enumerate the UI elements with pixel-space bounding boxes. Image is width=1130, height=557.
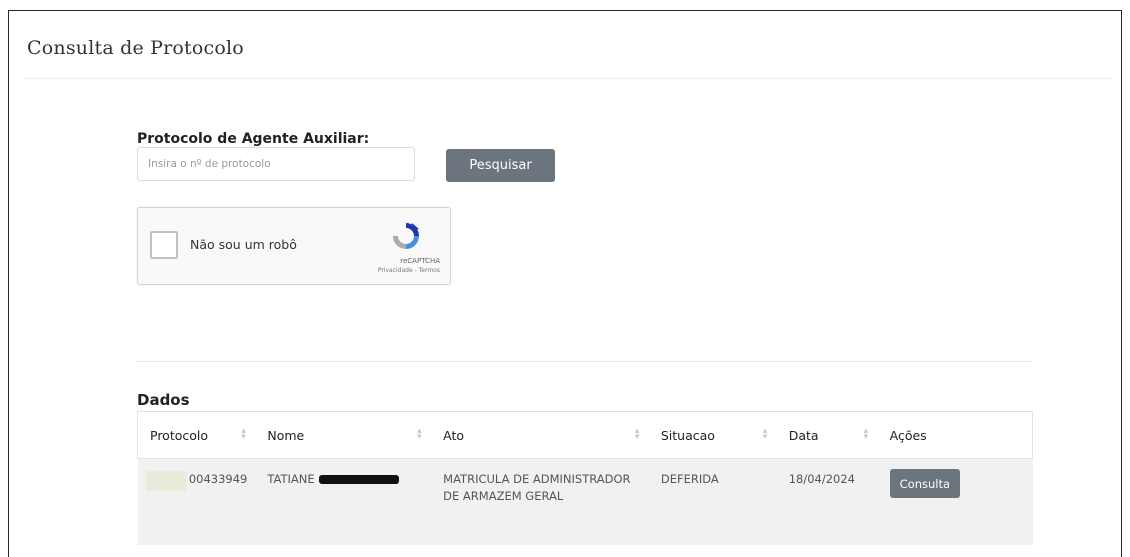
sort-icon[interactable]: ▴ ▾ [763,427,771,442]
column-header-acoes: Ações [881,411,1033,459]
table-header-row: Protocolo ▴ ▾ Nome ▴ ▾ Ato ▴ ▾ Situacao ▴ ▾ Data… [137,411,1033,459]
recaptcha-brand: reCAPTCHA [400,257,440,265]
column-header-situacao[interactable]: Situacao ▴ ▾ [652,411,781,459]
cell-nome: TATIANE [259,458,436,545]
section-divider [137,361,1033,362]
redaction-bar [318,475,399,484]
protocol-field-label: Protocolo de Agente Auxiliar: [137,131,370,147]
consult-button[interactable]: Consulta [889,469,961,498]
recaptcha-logo-icon [393,223,419,249]
recaptcha-links[interactable]: Privacidade - Termos [340,267,440,274]
search-button[interactable]: Pesquisar [446,149,555,182]
title-divider [23,78,1113,79]
page-frame: Consulta de Protocolo Protocolo de Agent… [8,10,1122,557]
column-header-ato[interactable]: Ato ▴ ▾ [435,411,653,459]
recaptcha-checkbox[interactable] [150,231,178,259]
page-title: Consulta de Protocolo [27,37,244,59]
cell-highlight [145,471,186,491]
results-section-title: Dados [137,391,190,409]
column-header-nome[interactable]: Nome ▴ ▾ [259,411,436,459]
cell-data: 18/04/2024 [780,458,882,545]
sort-icon[interactable]: ▴ ▾ [241,427,249,442]
recaptcha-widget: Não sou um robô reCAPTCHA Privacidade - … [137,207,451,285]
column-header-protocolo[interactable]: Protocolo ▴ ▾ [137,411,260,459]
recaptcha-label: Não sou um robô [190,237,297,252]
column-header-data[interactable]: Data ▴ ▾ [780,411,882,459]
cell-acoes: Consulta [881,458,1033,545]
cell-ato: MATRICULA DE ADMINISTRADOR DE ARMAZEM GE… [435,458,653,545]
sort-icon[interactable]: ▴ ▾ [864,427,872,442]
sort-icon[interactable]: ▴ ▾ [635,427,643,442]
results-table: Protocolo ▴ ▾ Nome ▴ ▾ Ato ▴ ▾ Situacao ▴ ▾ Data… [137,411,1033,545]
table-row: 00433949 TATIANE MATRICULA DE ADMINISTRA… [137,458,1033,545]
cell-protocolo: 00433949 [137,458,260,545]
protocol-search-input[interactable] [137,147,415,181]
cell-situacao: DEFERIDA [652,458,781,545]
sort-icon[interactable]: ▴ ▾ [417,427,425,442]
